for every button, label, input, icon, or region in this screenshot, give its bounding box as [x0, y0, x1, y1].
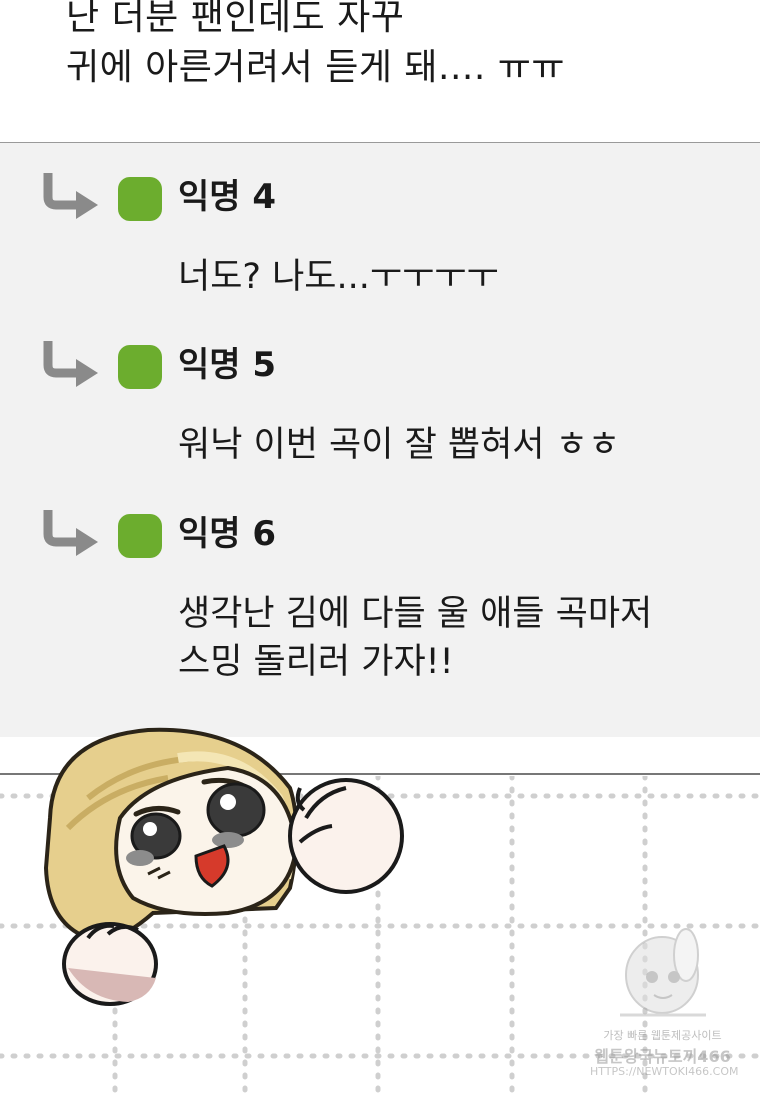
reply-text: 너도? 나도...ㅜㅜㅜㅜ	[178, 253, 499, 301]
chibi-character-illustration	[43, 727, 404, 1006]
top-post-line-1: 난 더분 팬인데도 자꾸	[66, 0, 405, 38]
top-post: 난 더분 팬인데도 자꾸 귀에 아른거려서 듣게 돼.... ㅠㅠ	[0, 0, 760, 143]
green-badge-icon	[118, 345, 162, 389]
reply-text-line: 워낙 이번 곡이 잘 뽑혀서 ㅎㅎ	[178, 425, 621, 465]
reply-author: 익명 5	[178, 345, 277, 385]
reply-arrow-icon	[43, 173, 98, 219]
watermark-mascot-icon	[620, 928, 706, 1017]
reply-list: 익명 4 너도? 나도...ㅜㅜㅜㅜ 익명 5 워낙 이번 곡이 잘 뽑혀서 ㅎ…	[0, 143, 760, 737]
reply-arrow-icon	[43, 341, 98, 387]
reply-text: 생각난 김에 다들 울 애들 곡마저 스밍 돌리러 가자!!	[178, 590, 652, 686]
site-watermark: 가장 빠른 웹툰제공사이트 웹툰왕국뉴토끼466 HTTPS://NEWTOKI…	[590, 915, 739, 1085]
watermark-line-2: 웹툰왕국뉴토끼466	[594, 1047, 731, 1066]
reply-text-line: 스밍 돌리러 가자!!	[178, 642, 454, 682]
green-badge-icon	[118, 177, 162, 221]
reply-author: 익명 4	[178, 177, 277, 217]
watermark-line-3: HTTPS://NEWTOKI466.COM	[590, 1065, 739, 1078]
top-post-line-2: 귀에 아른거려서 듣게 돼.... ㅠㅠ	[66, 47, 565, 88]
reply-text-line: 생각난 김에 다들 울 애들 곡마저	[178, 594, 653, 634]
watermark-line-1: 가장 빠른 웹툰제공사이트	[603, 1029, 722, 1042]
reply-author: 익명 6	[178, 514, 277, 554]
reply-arrow-icon	[43, 510, 98, 556]
green-badge-icon	[118, 514, 162, 558]
reply-text-line: 너도? 나도...ㅜㅜㅜㅜ	[178, 257, 499, 297]
reply-text: 워낙 이번 곡이 잘 뽑혀서 ㅎㅎ	[178, 421, 620, 469]
